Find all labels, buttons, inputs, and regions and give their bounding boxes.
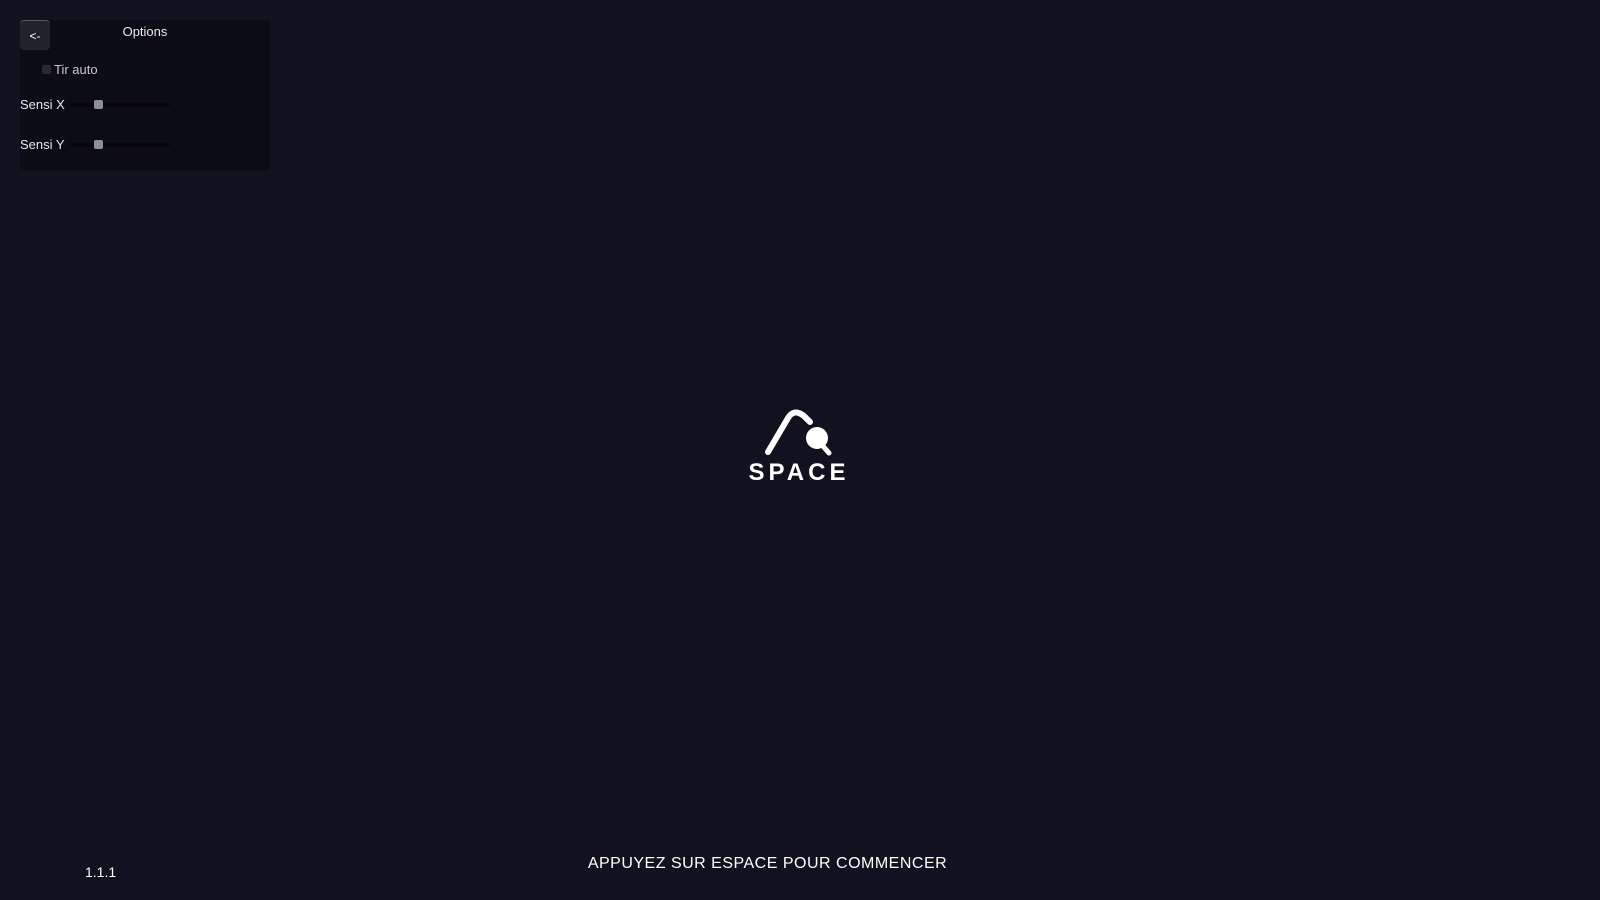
- options-panel: <- Options Tir auto Sensi X Sensi Y: [20, 20, 270, 170]
- sensitivity-y-label: Sensi Y: [20, 137, 65, 152]
- arch-with-moon-logo-icon: [765, 409, 832, 456]
- auto-fire-checkbox[interactable]: [42, 65, 51, 74]
- logo-wordmark: SPACE: [749, 459, 850, 483]
- sensitivity-y-row: Sensi Y: [20, 137, 170, 152]
- space-logo: SPACE: [749, 409, 850, 483]
- start-prompt: APPUYEZ SUR ESPACE POUR COMMENCER: [587, 855, 948, 872]
- auto-fire-label: Tir auto: [54, 62, 98, 77]
- auto-fire-option[interactable]: Tir auto: [42, 62, 98, 77]
- sensitivity-x-row: Sensi X: [20, 97, 170, 112]
- sensitivity-y-thumb[interactable]: [94, 139, 103, 149]
- sensitivity-y-slider[interactable]: [70, 139, 170, 149]
- version-label: 1.1.1: [85, 864, 117, 880]
- sensitivity-x-thumb[interactable]: [94, 99, 103, 109]
- panel-title: Options: [122, 24, 168, 39]
- sensitivity-x-slider[interactable]: [70, 99, 170, 109]
- sensitivity-x-label: Sensi X: [20, 97, 65, 112]
